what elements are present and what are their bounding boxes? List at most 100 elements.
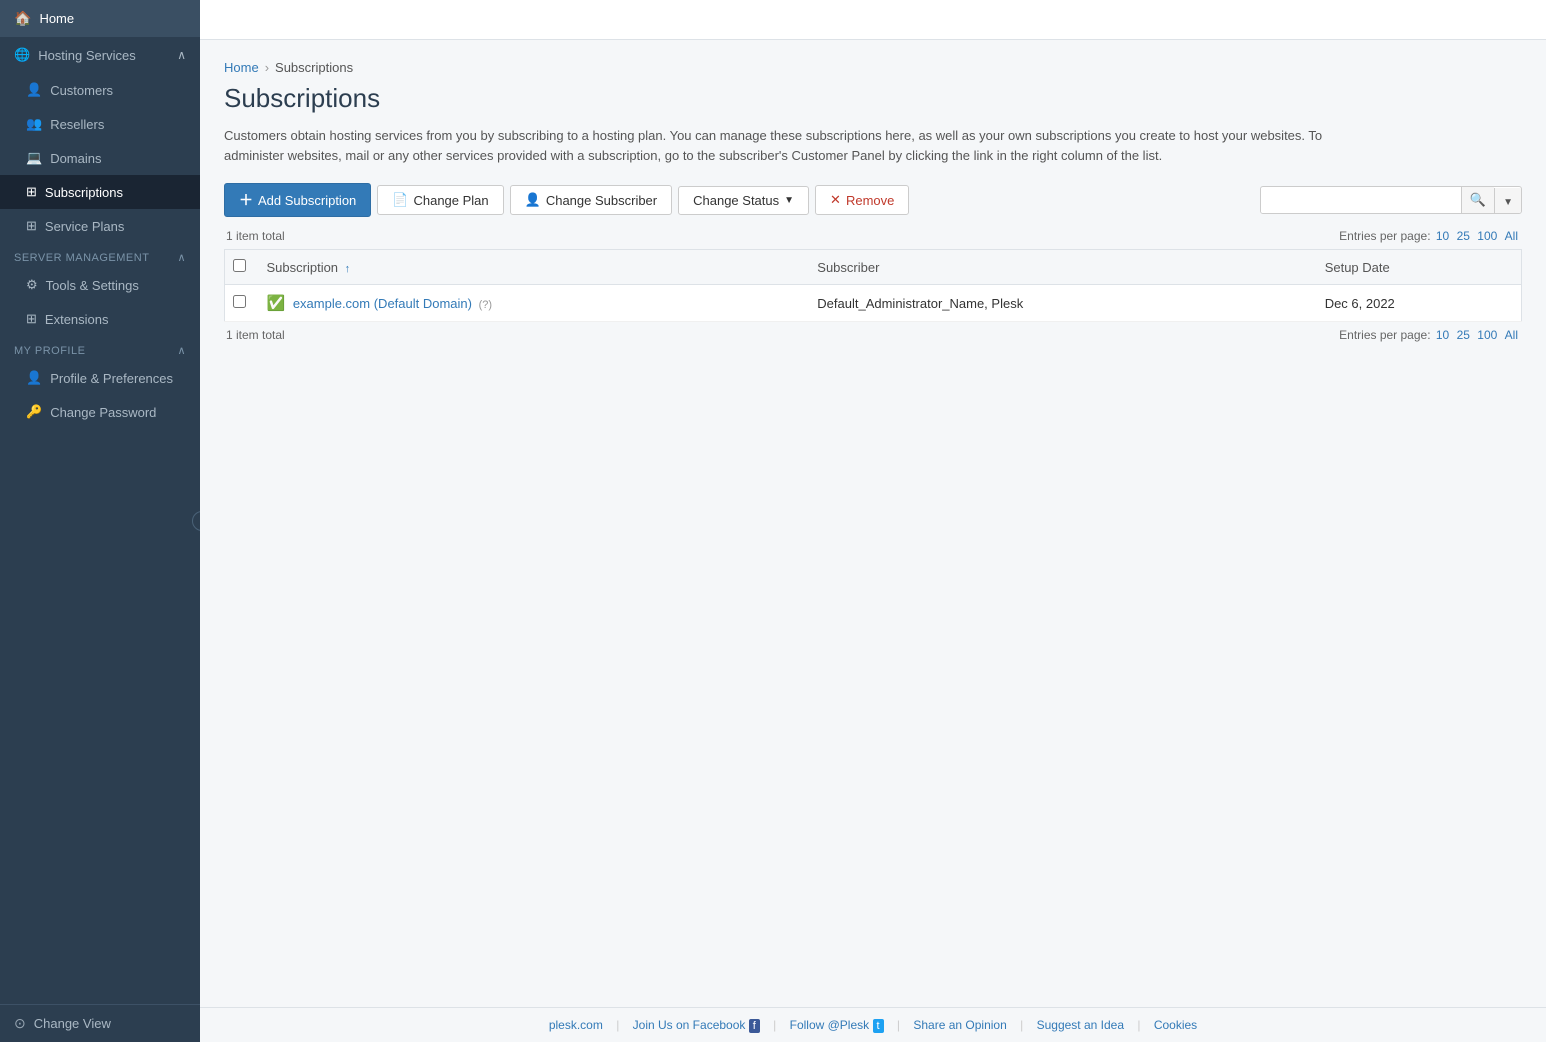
footer-sep-3: | bbox=[897, 1018, 900, 1032]
table-meta-bottom: 1 item total Entries per page: 10 25 100… bbox=[224, 328, 1522, 342]
sidebar-item-change-password[interactable]: 🔑 Change Password bbox=[0, 395, 200, 429]
select-all-header bbox=[225, 250, 255, 285]
footer-link-cookies[interactable]: Cookies bbox=[1154, 1018, 1197, 1032]
sidebar-collapse-button[interactable]: ‹ bbox=[192, 511, 200, 531]
breadcrumb: Home › Subscriptions bbox=[224, 60, 1522, 75]
col-setup-date[interactable]: Setup Date bbox=[1313, 250, 1522, 285]
change-status-dropdown-icon: ▼ bbox=[784, 195, 794, 206]
hosting-services-collapse-icon: ∧ bbox=[177, 48, 186, 62]
add-subscription-label: Add Subscription bbox=[258, 193, 356, 208]
resellers-icon: 👥 bbox=[26, 116, 42, 132]
facebook-icon: f bbox=[749, 1019, 760, 1033]
search-input[interactable] bbox=[1261, 188, 1461, 213]
sidebar-item-home-label: Home bbox=[39, 11, 74, 26]
entries-all[interactable]: All bbox=[1505, 229, 1518, 243]
sidebar-customers-label: Customers bbox=[50, 83, 113, 98]
search-button[interactable]: 🔍 bbox=[1461, 187, 1494, 213]
sidebar-item-extensions[interactable]: ⊞ Extensions bbox=[0, 302, 200, 336]
entries-100-bottom[interactable]: 100 bbox=[1477, 328, 1497, 342]
add-subscription-button[interactable]: ＋ Add Subscription bbox=[224, 183, 371, 217]
extensions-icon: ⊞ bbox=[26, 311, 37, 327]
footer-sep-1: | bbox=[616, 1018, 619, 1032]
table-meta-top: 1 item total Entries per page: 10 25 100… bbox=[224, 229, 1522, 243]
col-subscriber[interactable]: Subscriber bbox=[805, 250, 1312, 285]
top-bar bbox=[200, 0, 1546, 40]
footer: plesk.com | Join Us on Facebook f | Foll… bbox=[200, 1007, 1546, 1042]
footer-link-plesk[interactable]: plesk.com bbox=[549, 1018, 603, 1032]
entries-10-bottom[interactable]: 10 bbox=[1436, 328, 1449, 342]
footer-link-facebook[interactable]: Join Us on Facebook f bbox=[633, 1018, 763, 1032]
server-management-collapse-icon: ∧ bbox=[177, 251, 186, 264]
service-plans-icon: ⊞ bbox=[26, 218, 37, 234]
footer-link-twitter[interactable]: Follow @Plesk t bbox=[790, 1018, 887, 1032]
sidebar-profile-label: Profile & Preferences bbox=[50, 371, 173, 386]
col-subscription[interactable]: Subscription ↑ bbox=[255, 250, 806, 285]
col-subscription-label: Subscription bbox=[267, 260, 339, 275]
setup-date-value: Dec 6, 2022 bbox=[1325, 296, 1395, 311]
footer-link-share[interactable]: Share an Opinion bbox=[913, 1018, 1006, 1032]
sidebar-domains-label: Domains bbox=[50, 151, 101, 166]
change-plan-icon: 📄 bbox=[392, 192, 408, 208]
profile-icon: 👤 bbox=[26, 370, 42, 386]
my-profile-label: My Profile bbox=[14, 345, 85, 357]
footer-sep-4: | bbox=[1020, 1018, 1023, 1032]
toolbar: ＋ Add Subscription 📄 Change Plan 👤 Chang… bbox=[224, 183, 1522, 217]
entries-all-bottom[interactable]: All bbox=[1505, 328, 1518, 342]
change-view-label: Change View bbox=[34, 1016, 111, 1031]
sidebar-item-subscriptions[interactable]: ⊞ Subscriptions bbox=[0, 175, 200, 209]
footer-facebook-label: Join Us on Facebook bbox=[633, 1018, 746, 1032]
sidebar-item-change-view[interactable]: ⊙ Change View bbox=[0, 1005, 200, 1042]
sidebar-item-profile-preferences[interactable]: 👤 Profile & Preferences bbox=[0, 361, 200, 395]
sidebar-item-resellers[interactable]: 👥 Resellers bbox=[0, 107, 200, 141]
entries-10[interactable]: 10 bbox=[1436, 229, 1449, 243]
sidebar-item-service-plans[interactable]: ⊞ Service Plans bbox=[0, 209, 200, 243]
entries-25[interactable]: 25 bbox=[1457, 229, 1470, 243]
sidebar-section-hosting-services[interactable]: 🌐 Hosting Services ∧ bbox=[0, 37, 200, 73]
sidebar-change-password-label: Change Password bbox=[50, 405, 156, 420]
page-description: Customers obtain hosting services from y… bbox=[224, 126, 1324, 165]
table-header-row: Subscription ↑ Subscriber Setup Date bbox=[225, 250, 1522, 285]
password-icon: 🔑 bbox=[26, 404, 42, 420]
change-status-button[interactable]: Change Status ▼ bbox=[678, 186, 809, 215]
sidebar-section-hosting-label: Hosting Services bbox=[38, 48, 136, 63]
search-dropdown-button[interactable]: ▼ bbox=[1494, 188, 1521, 213]
remove-icon: ✕ bbox=[830, 192, 841, 208]
entries-100[interactable]: 100 bbox=[1477, 229, 1497, 243]
change-plan-button[interactable]: 📄 Change Plan bbox=[377, 185, 503, 215]
remove-button[interactable]: ✕ Remove bbox=[815, 185, 909, 215]
sidebar-item-tools-settings[interactable]: ⚙ Tools & Settings bbox=[0, 268, 200, 302]
twitter-icon: t bbox=[873, 1019, 884, 1033]
customers-icon: 👤 bbox=[26, 82, 42, 98]
entries-25-bottom[interactable]: 25 bbox=[1457, 328, 1470, 342]
sidebar-item-customers[interactable]: 👤 Customers bbox=[0, 73, 200, 107]
item-count-bottom: 1 item total bbox=[226, 328, 285, 342]
subscriber-value: Default_Administrator_Name, Plesk bbox=[817, 296, 1023, 311]
sidebar-item-home[interactable]: 🏠 Home bbox=[0, 0, 200, 37]
breadcrumb-current: Subscriptions bbox=[275, 60, 353, 75]
select-all-checkbox[interactable] bbox=[233, 259, 246, 272]
breadcrumb-home[interactable]: Home bbox=[224, 60, 259, 75]
help-icon[interactable]: (?) bbox=[479, 299, 492, 311]
setup-date-cell: Dec 6, 2022 bbox=[1313, 285, 1522, 322]
sidebar-section-server-management[interactable]: Server Management ∧ bbox=[0, 243, 200, 268]
change-subscriber-icon: 👤 bbox=[525, 192, 541, 208]
server-management-label: Server Management bbox=[14, 252, 149, 264]
my-profile-collapse-icon: ∧ bbox=[177, 344, 186, 357]
change-subscriber-button[interactable]: 👤 Change Subscriber bbox=[510, 185, 672, 215]
sidebar-subscriptions-label: Subscriptions bbox=[45, 185, 123, 200]
search-icon: 🔍 bbox=[1470, 192, 1486, 207]
remove-label: Remove bbox=[846, 193, 894, 208]
footer-sep-5: | bbox=[1137, 1018, 1140, 1032]
sidebar-section-my-profile[interactable]: My Profile ∧ bbox=[0, 336, 200, 361]
subscription-link[interactable]: example.com (Default Domain) bbox=[293, 296, 472, 311]
row-checkbox-cell bbox=[225, 285, 255, 322]
table-header: Subscription ↑ Subscriber Setup Date bbox=[225, 250, 1522, 285]
sidebar-item-domains[interactable]: 💻 Domains bbox=[0, 141, 200, 175]
footer-link-suggest[interactable]: Suggest an Idea bbox=[1037, 1018, 1124, 1032]
item-count-top: 1 item total bbox=[226, 229, 285, 243]
row-checkbox[interactable] bbox=[233, 295, 246, 308]
subscriber-cell: Default_Administrator_Name, Plesk bbox=[805, 285, 1312, 322]
sidebar-resellers-label: Resellers bbox=[50, 117, 104, 132]
change-view-icon: ⊙ bbox=[14, 1015, 26, 1032]
change-plan-label: Change Plan bbox=[413, 193, 488, 208]
